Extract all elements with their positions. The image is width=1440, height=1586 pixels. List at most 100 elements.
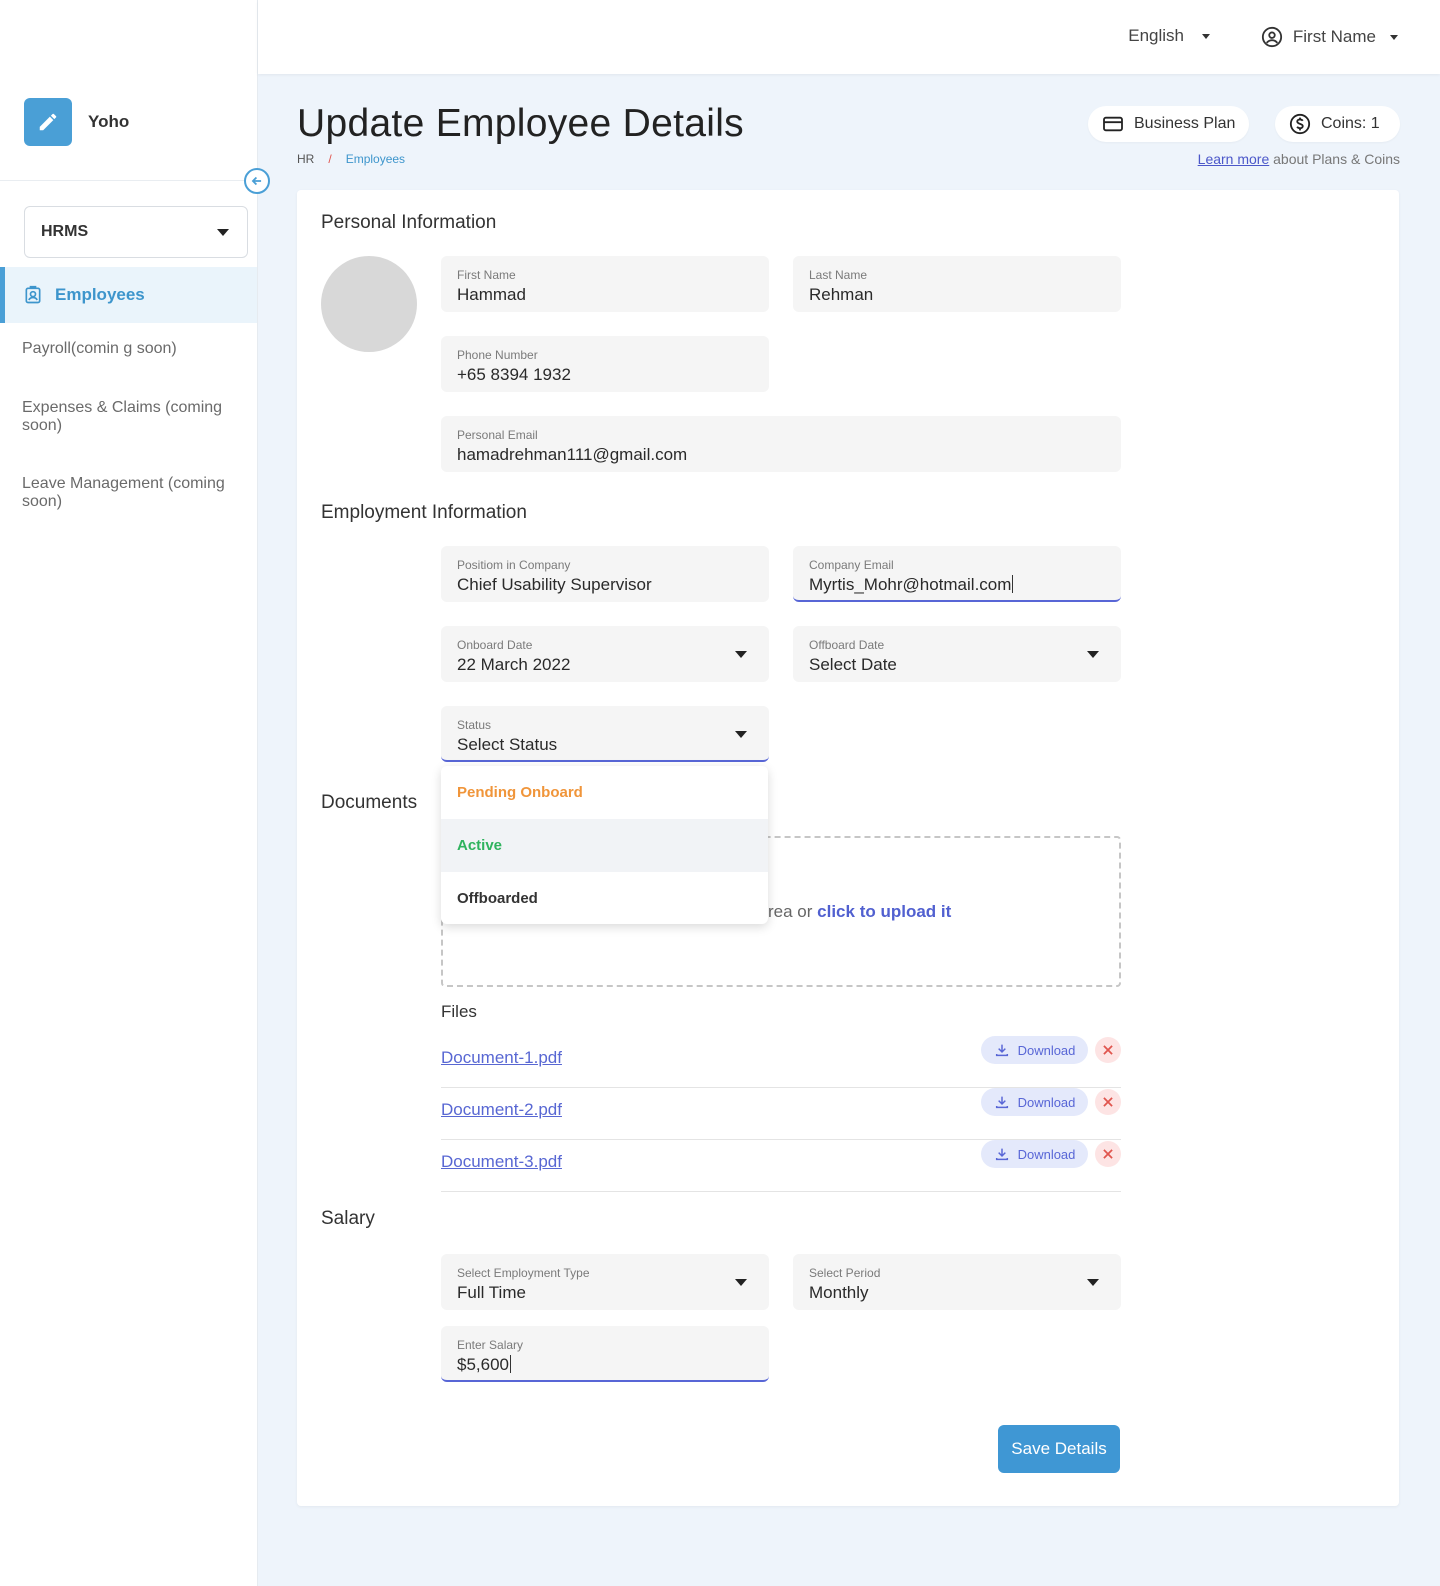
field-label: Select Employment Type	[457, 1266, 590, 1280]
learn-more-link[interactable]: Learn more	[1198, 151, 1270, 167]
field-label: Offboard Date	[809, 638, 885, 652]
save-details-button[interactable]: Save Details	[998, 1425, 1120, 1473]
file-link[interactable]: Document-3.pdf	[441, 1152, 562, 1172]
chevron-down-icon	[1087, 1279, 1099, 1286]
file-row: Document-3.pdf Download	[441, 1140, 1121, 1192]
chevron-down-icon	[217, 228, 229, 236]
chevron-down-icon	[1202, 33, 1210, 39]
first-name-field[interactable]: First Name Hammad	[441, 256, 769, 312]
field-value: Rehman	[809, 285, 874, 304]
files-title: Files	[441, 1002, 477, 1021]
field-label: Last Name	[809, 268, 868, 282]
text-cursor	[1012, 575, 1014, 593]
salary-input[interactable]: Enter Salary $5,600	[441, 1326, 769, 1382]
breadcrumb-root[interactable]: HR	[297, 152, 314, 166]
download-button[interactable]: Download	[981, 1140, 1088, 1168]
field-value-text: Myrtis_Mohr@hotmail.com	[809, 575, 1012, 594]
field-value: Myrtis_Mohr@hotmail.com	[809, 575, 1105, 595]
personal-email-field[interactable]: Personal Email hamadrehman111@gmail.com	[441, 416, 1121, 472]
business-plan-label: Business Plan	[1134, 115, 1236, 132]
field-value: Full Time	[457, 1283, 526, 1302]
field-value: +65 8394 1932	[457, 365, 571, 384]
status-option-active[interactable]: Active	[441, 819, 768, 872]
delete-file-button[interactable]	[1095, 1037, 1121, 1063]
sidebar-item-expenses[interactable]: Expenses & Claims (coming soon)	[22, 399, 242, 435]
page-title: Update Employee Details	[297, 102, 744, 145]
field-value: Select Status	[457, 735, 558, 754]
field-label: Status	[457, 718, 492, 732]
chevron-down-icon	[1390, 34, 1398, 40]
sidebar-item-employees[interactable]: Employees	[0, 267, 257, 323]
user-circle-icon	[1261, 26, 1283, 48]
brand-name: Yoho	[88, 112, 130, 131]
offboard-date-select[interactable]: Offboard Date Select Date	[793, 626, 1121, 682]
onboard-date-select[interactable]: Onboard Date 22 March 2022	[441, 626, 769, 682]
company-email-field[interactable]: Company Email Myrtis_Mohr@hotmail.com	[793, 546, 1121, 602]
phone-field[interactable]: Phone Number +65 8394 1932	[441, 336, 769, 392]
language-select[interactable]: English	[1128, 26, 1210, 46]
field-value-text: $5,600	[457, 1355, 509, 1374]
close-icon	[1101, 1095, 1115, 1109]
status-option-pending-onboard[interactable]: Pending Onboard	[441, 766, 768, 819]
sidebar-item-payroll[interactable]: Payroll(comin g soon)	[22, 340, 242, 358]
text-cursor	[510, 1355, 511, 1373]
field-value: Monthly	[809, 1283, 869, 1302]
module-select[interactable]: HRMS	[24, 206, 248, 258]
field-value: hamadrehman111@gmail.com	[457, 445, 688, 464]
download-button[interactable]: Download	[981, 1036, 1088, 1064]
topbar: English First Name	[258, 0, 1440, 74]
employment-type-select[interactable]: Select Employment Type Full Time	[441, 1254, 769, 1310]
chevron-down-icon	[735, 1279, 747, 1286]
coins-badge[interactable]: Coins: 1	[1275, 106, 1400, 142]
section-title-employment: Employment Information	[321, 502, 527, 523]
field-label: Company Email	[809, 558, 894, 572]
breadcrumb-separator: /	[328, 152, 332, 166]
field-label: Positiom in Company	[457, 558, 571, 572]
upload-link[interactable]: click to upload it	[817, 902, 951, 921]
period-select[interactable]: Select Period Monthly	[793, 1254, 1121, 1310]
download-icon	[994, 1042, 1010, 1058]
field-value: Hammad	[457, 285, 526, 304]
section-title-salary: Salary	[321, 1208, 375, 1229]
delete-file-button[interactable]	[1095, 1141, 1121, 1167]
field-label: First Name	[457, 268, 516, 282]
field-label: Onboard Date	[457, 638, 533, 652]
id-badge-icon	[23, 285, 43, 305]
download-button[interactable]: Download	[981, 1088, 1088, 1116]
last-name-field[interactable]: Last Name Rehman	[793, 256, 1121, 312]
user-name: First Name	[1292, 27, 1376, 46]
learn-more-rest: about Plans & Coins	[1273, 151, 1400, 167]
coins-label: Coins: 1	[1321, 115, 1380, 132]
brand[interactable]: Yoho	[24, 98, 129, 146]
collapse-sidebar-button[interactable]	[244, 168, 270, 194]
field-value: Select Date	[809, 655, 897, 674]
field-value: 22 March 2022	[457, 655, 571, 674]
download-label: Download	[1017, 1042, 1076, 1058]
close-icon	[1101, 1043, 1115, 1057]
section-title-documents: Documents	[321, 792, 418, 813]
business-plan-badge[interactable]: Business Plan	[1088, 106, 1250, 142]
field-label: Select Period	[809, 1266, 881, 1280]
chevron-down-icon	[735, 731, 747, 738]
module-select-value: HRMS	[41, 223, 89, 240]
delete-file-button[interactable]	[1095, 1089, 1121, 1115]
chevron-down-icon	[735, 651, 747, 658]
status-option-offboarded[interactable]: Offboarded	[441, 872, 768, 924]
dollar-coin-icon	[1289, 113, 1311, 135]
download-label: Download	[1017, 1146, 1076, 1162]
file-row: Document-2.pdf Download	[441, 1088, 1121, 1140]
field-label: Phone Number	[457, 348, 538, 362]
file-link[interactable]: Document-1.pdf	[441, 1048, 562, 1068]
avatar[interactable]	[321, 256, 417, 352]
divider	[0, 180, 257, 181]
status-select[interactable]: Status Select Status	[441, 706, 769, 762]
position-field[interactable]: Positiom in Company Chief Usability Supe…	[441, 546, 769, 602]
status-dropdown-menu: Pending Onboard Active Offboarded	[441, 766, 768, 924]
pencil-icon	[24, 98, 72, 146]
close-icon	[1101, 1147, 1115, 1161]
user-menu[interactable]: First Name	[1261, 26, 1398, 48]
file-link[interactable]: Document-2.pdf	[441, 1100, 562, 1120]
sidebar-item-leave[interactable]: Leave Management (coming soon)	[22, 475, 242, 511]
sidebar-item-label: Employees	[55, 285, 145, 304]
breadcrumb-current[interactable]: Employees	[346, 152, 405, 166]
